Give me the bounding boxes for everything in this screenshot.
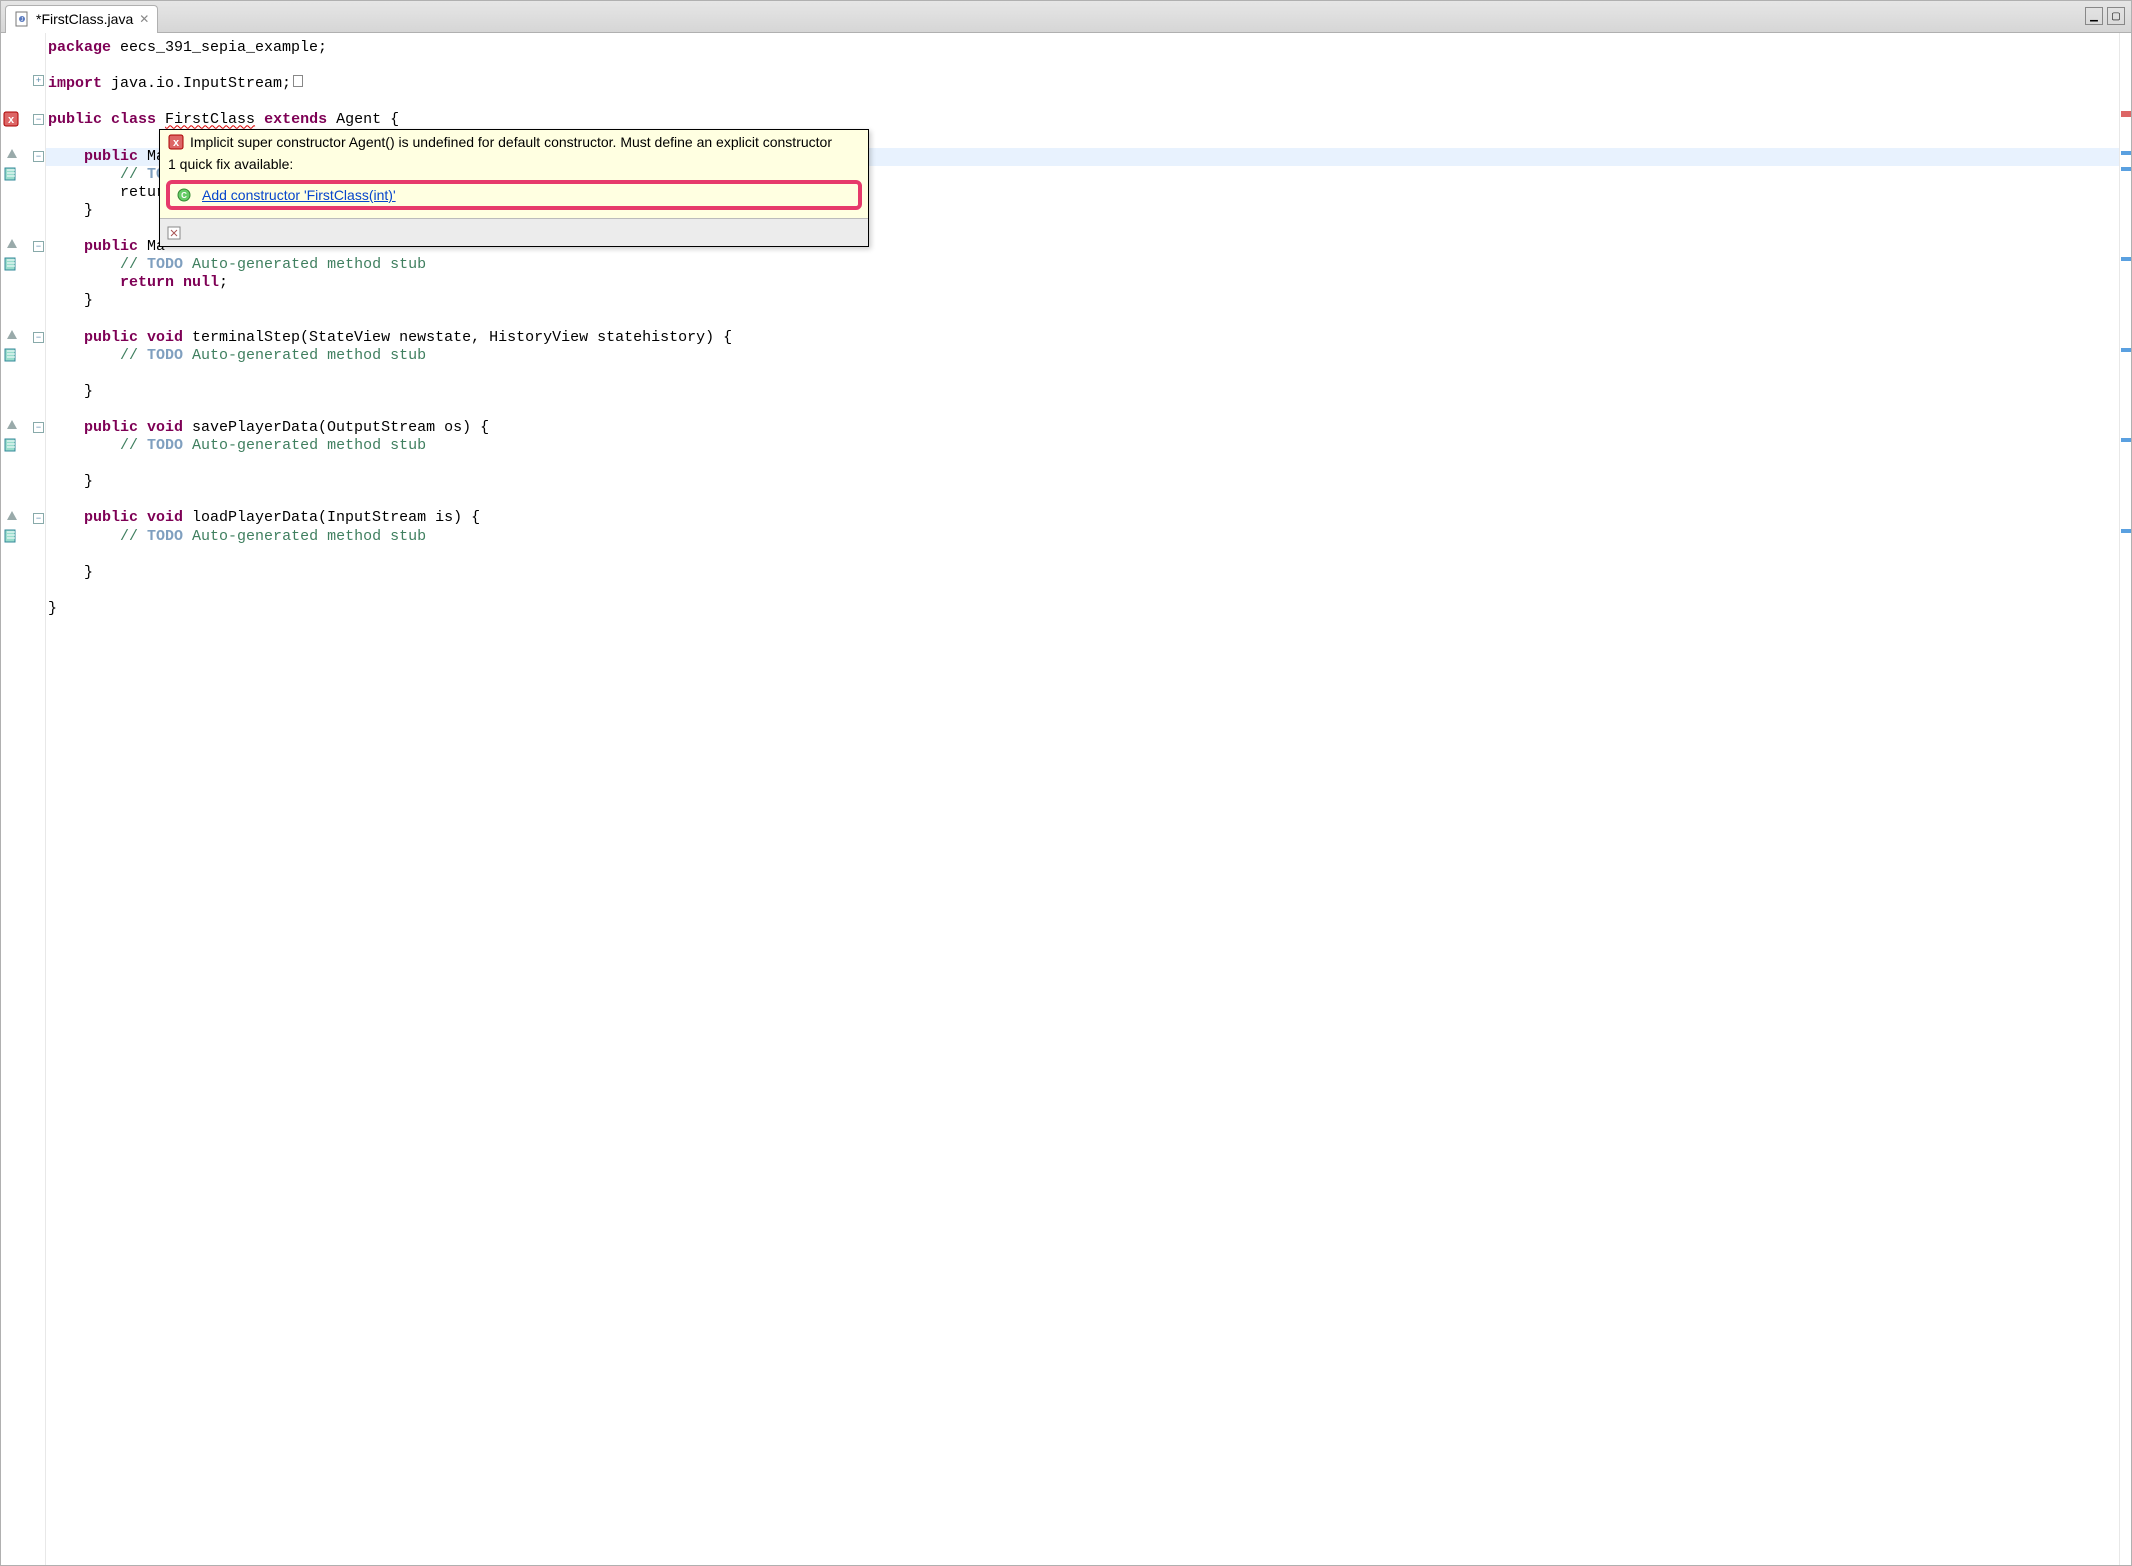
fold-collapse-icon[interactable]: − (33, 151, 44, 162)
override-marker-icon[interactable] (7, 149, 23, 165)
code-text: } (48, 383, 93, 400)
fold-collapse-icon[interactable]: − (33, 513, 44, 524)
overview-task-mark[interactable] (2121, 151, 2131, 155)
code-text: retur (48, 184, 165, 201)
overview-error-mark[interactable] (2121, 111, 2131, 117)
comment: // (48, 256, 147, 273)
minimize-button[interactable]: ▁ (2085, 7, 2103, 25)
keyword: import (48, 75, 102, 92)
hover-footer (160, 218, 868, 246)
svg-text:C: C (181, 191, 187, 200)
code-text: java.io.InputStream; (102, 75, 291, 92)
overview-task-mark[interactable] (2121, 257, 2131, 261)
code-text: eecs_391_sepia_example; (111, 39, 327, 56)
keyword: package (48, 39, 111, 56)
code-text: } (48, 473, 93, 490)
keyword: extends (264, 111, 327, 128)
todo-tag: TODO (147, 347, 183, 364)
code-text: ; (219, 274, 228, 291)
comment: Auto-generated method stub (183, 528, 426, 545)
todo-tag: TODO (147, 256, 183, 273)
overview-task-mark[interactable] (2121, 348, 2131, 352)
keyword: void (138, 419, 183, 436)
code-text (255, 111, 264, 128)
code-text (156, 111, 165, 128)
task-marker-icon[interactable] (3, 437, 19, 453)
keyword: public (48, 509, 138, 526)
overview-task-mark[interactable] (2121, 529, 2131, 533)
editor-tab-bar: J *FirstClass.java ✕ ▁ ▢ (1, 1, 2131, 33)
focus-hint-icon[interactable] (166, 225, 182, 241)
fold-collapse-icon[interactable]: − (33, 422, 44, 433)
task-marker-icon[interactable] (3, 528, 19, 544)
code-text: } (48, 202, 93, 219)
comment: // (48, 166, 147, 183)
task-marker-icon[interactable] (3, 256, 19, 272)
keyword: return (48, 274, 174, 291)
keyword: null (174, 274, 219, 291)
hover-fix-count: 1 quick fix available: (160, 154, 868, 178)
comment: Auto-generated method stub (183, 437, 426, 454)
keyword: void (138, 509, 183, 526)
hover-error-message: Implicit super constructor Agent() is un… (190, 134, 832, 150)
code-editor[interactable]: + x − − − − − (1, 33, 2131, 1565)
comment: // (48, 528, 147, 545)
keyword: public (48, 238, 138, 255)
code-text: } (48, 292, 93, 309)
override-marker-icon[interactable] (7, 239, 23, 255)
editor-tab-firstclass[interactable]: J *FirstClass.java ✕ (5, 5, 158, 33)
override-marker-icon[interactable] (7, 420, 23, 436)
code-content[interactable]: package eecs_391_sepia_example; import j… (48, 39, 732, 618)
todo-tag: TODO (147, 528, 183, 545)
override-marker-icon[interactable] (7, 511, 23, 527)
keyword: public (48, 148, 138, 165)
fold-collapse-icon[interactable]: − (33, 241, 44, 252)
comment: // (48, 437, 147, 454)
close-tab-icon[interactable]: ✕ (139, 12, 149, 26)
collapsed-region-box[interactable] (293, 75, 303, 87)
fold-expand-icon[interactable]: + (33, 75, 44, 86)
svg-text:x: x (8, 114, 15, 126)
overview-task-mark[interactable] (2121, 438, 2131, 442)
code-text: } (48, 564, 93, 581)
task-marker-icon[interactable] (3, 347, 19, 363)
override-marker-icon[interactable] (7, 330, 23, 346)
keyword: class (102, 111, 156, 128)
editor-gutter: + x − − − − − (1, 33, 46, 1565)
quickfix-hover: x Implicit super constructor Agent() is … (159, 129, 869, 247)
constructor-proposal-icon: C (176, 187, 192, 203)
quickfix-item[interactable]: C Add constructor 'FirstClass(int)' (166, 180, 862, 210)
error-underline: FirstClass (165, 111, 255, 128)
error-icon: x (168, 134, 184, 150)
code-text: } (48, 600, 57, 617)
todo-tag: TODO (147, 437, 183, 454)
svg-text:x: x (173, 137, 180, 149)
fold-collapse-icon[interactable]: − (33, 114, 44, 125)
quickfix-link[interactable]: Add constructor 'FirstClass(int)' (202, 187, 396, 203)
comment: Auto-generated method stub (183, 256, 426, 273)
keyword: public (48, 329, 138, 346)
task-marker-icon[interactable] (3, 166, 19, 182)
comment: Auto-generated method stub (183, 347, 426, 364)
keyword: public (48, 111, 102, 128)
error-marker-icon[interactable]: x (3, 111, 19, 127)
code-text: terminalStep(StateView newstate, History… (183, 329, 732, 346)
keyword: void (138, 329, 183, 346)
keyword: public (48, 419, 138, 436)
maximize-button[interactable]: ▢ (2107, 7, 2125, 25)
comment: // (48, 347, 147, 364)
tab-title: *FirstClass.java (36, 11, 133, 27)
code-text: Agent { (327, 111, 399, 128)
overview-ruler[interactable] (2119, 33, 2131, 1565)
java-file-icon: J (14, 11, 30, 27)
hover-header: x Implicit super constructor Agent() is … (160, 130, 868, 154)
fold-collapse-icon[interactable]: − (33, 332, 44, 343)
code-text: loadPlayerData(InputStream is) { (183, 509, 480, 526)
code-text: savePlayerData(OutputStream os) { (183, 419, 489, 436)
overview-task-mark[interactable] (2121, 167, 2131, 171)
